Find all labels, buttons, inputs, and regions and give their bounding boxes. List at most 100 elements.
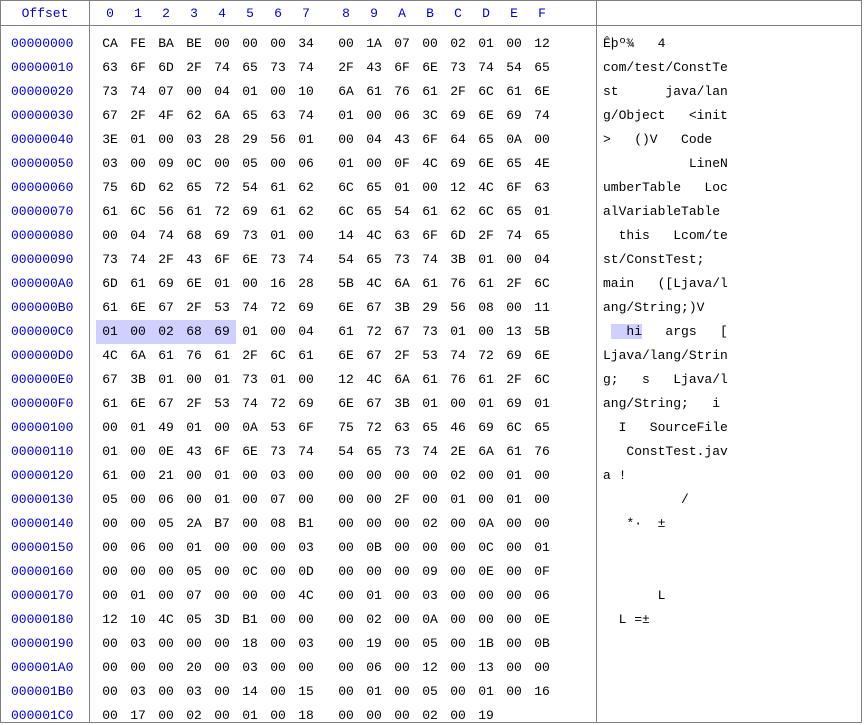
hex-byte[interactable]: 00: [500, 584, 528, 608]
hex-col-header-6[interactable]: 6: [264, 6, 292, 21]
hex-byte[interactable]: 67: [96, 368, 124, 392]
hex-byte[interactable]: 73: [444, 56, 472, 80]
hex-byte[interactable]: 00: [292, 656, 320, 680]
hex-byte[interactable]: 72: [360, 416, 388, 440]
hex-byte[interactable]: 03: [180, 680, 208, 704]
hex-byte[interactable]: 00: [416, 536, 444, 560]
offset-cell[interactable]: 00000130: [1, 488, 89, 512]
hex-byte[interactable]: 00: [444, 536, 472, 560]
offset-cell[interactable]: 00000170: [1, 584, 89, 608]
hex-byte[interactable]: 76: [444, 368, 472, 392]
hex-byte[interactable]: 73: [388, 248, 416, 272]
hex-byte[interactable]: 0C: [180, 152, 208, 176]
hex-byte[interactable]: 0A: [472, 512, 500, 536]
hex-byte[interactable]: 02: [360, 608, 388, 632]
hex-byte[interactable]: FE: [124, 32, 152, 56]
hex-byte[interactable]: 00: [528, 464, 556, 488]
hex-byte[interactable]: 54: [332, 440, 360, 464]
hex-byte[interactable]: 00: [332, 464, 360, 488]
hex-byte[interactable]: 10: [292, 80, 320, 104]
hex-byte[interactable]: 14: [332, 224, 360, 248]
hex-byte[interactable]: 73: [416, 320, 444, 344]
hex-byte[interactable]: 61: [500, 440, 528, 464]
hex-byte[interactable]: 76: [528, 440, 556, 464]
hex-byte[interactable]: 61: [332, 320, 360, 344]
hex-byte[interactable]: 61: [96, 464, 124, 488]
hex-byte[interactable]: 03: [96, 152, 124, 176]
hex-byte[interactable]: 6A: [208, 104, 236, 128]
ascii-row[interactable]: [603, 656, 861, 680]
hex-byte[interactable]: 56: [264, 128, 292, 152]
hex-byte[interactable]: 00: [416, 32, 444, 56]
hex-byte[interactable]: 63: [388, 224, 416, 248]
hex-byte[interactable]: 00: [444, 560, 472, 584]
hex-byte[interactable]: 74: [292, 440, 320, 464]
hex-byte[interactable]: 6F: [124, 56, 152, 80]
hex-byte[interactable]: 00: [360, 704, 388, 723]
hex-byte[interactable]: 00: [472, 464, 500, 488]
hex-byte[interactable]: 54: [236, 176, 264, 200]
ascii-row[interactable]: > ()V Code: [603, 128, 861, 152]
hex-byte[interactable]: 3B: [388, 392, 416, 416]
hex-byte[interactable]: 00: [124, 320, 152, 344]
hex-byte[interactable]: 06: [528, 584, 556, 608]
hex-byte[interactable]: 6E: [416, 56, 444, 80]
hex-byte[interactable]: 01: [360, 584, 388, 608]
hex-byte[interactable]: 00: [500, 248, 528, 272]
hex-byte[interactable]: B1: [236, 608, 264, 632]
ascii-row[interactable]: a !: [603, 464, 861, 488]
hex-byte[interactable]: 74: [444, 344, 472, 368]
hex-byte[interactable]: 00: [264, 536, 292, 560]
hex-byte[interactable]: 00: [332, 632, 360, 656]
hex-byte[interactable]: 01: [500, 488, 528, 512]
hex-byte[interactable]: 01: [236, 80, 264, 104]
hex-byte[interactable]: 74: [292, 104, 320, 128]
hex-byte[interactable]: 53: [208, 392, 236, 416]
hex-byte[interactable]: 62: [444, 200, 472, 224]
hex-byte[interactable]: B7: [208, 512, 236, 536]
hex-byte[interactable]: 61: [416, 200, 444, 224]
hex-byte[interactable]: 3B: [388, 296, 416, 320]
hex-byte[interactable]: 00: [332, 608, 360, 632]
hex-byte[interactable]: 43: [180, 248, 208, 272]
hex-byte[interactable]: 02: [152, 320, 180, 344]
hex-byte[interactable]: 0E: [152, 440, 180, 464]
hex-byte[interactable]: 15: [292, 680, 320, 704]
offset-cell[interactable]: 000000A0: [1, 272, 89, 296]
hex-byte[interactable]: 17: [124, 704, 152, 723]
hex-byte[interactable]: 69: [292, 296, 320, 320]
hex-byte[interactable]: 01: [472, 680, 500, 704]
hex-byte[interactable]: 72: [360, 320, 388, 344]
hex-byte[interactable]: 56: [444, 296, 472, 320]
hex-byte[interactable]: 04: [528, 248, 556, 272]
hex-byte[interactable]: 00: [208, 32, 236, 56]
hex-byte[interactable]: 61: [96, 296, 124, 320]
hex-byte[interactable]: 65: [500, 152, 528, 176]
hex-byte[interactable]: 74: [152, 224, 180, 248]
hex-byte[interactable]: 00: [528, 512, 556, 536]
hex-byte[interactable]: 12: [96, 608, 124, 632]
hex-byte[interactable]: 61: [152, 344, 180, 368]
hex-byte[interactable]: 65: [528, 224, 556, 248]
hex-byte[interactable]: 6E: [472, 104, 500, 128]
ascii-row[interactable]: [603, 704, 861, 723]
hex-byte[interactable]: 00: [152, 128, 180, 152]
hex-col-header-1[interactable]: 1: [124, 6, 152, 21]
hex-col-header-2[interactable]: 2: [152, 6, 180, 21]
hex-byte[interactable]: 00: [416, 464, 444, 488]
hex-byte[interactable]: 01: [208, 488, 236, 512]
hex-byte[interactable]: 29: [416, 296, 444, 320]
hex-byte[interactable]: 00: [332, 584, 360, 608]
hex-byte[interactable]: 69: [500, 344, 528, 368]
hex-byte[interactable]: 00: [332, 680, 360, 704]
hex-byte[interactable]: 49: [152, 416, 180, 440]
hex-byte[interactable]: 05: [236, 152, 264, 176]
hex-byte[interactable]: 18: [236, 632, 264, 656]
hex-byte[interactable]: 01: [264, 368, 292, 392]
hex-byte[interactable]: 53: [264, 416, 292, 440]
hex-byte[interactable]: 03: [416, 584, 444, 608]
hex-byte[interactable]: 6C: [264, 344, 292, 368]
hex-byte[interactable]: 69: [444, 152, 472, 176]
hex-byte[interactable]: 68: [180, 320, 208, 344]
hex-byte[interactable]: 6E: [332, 296, 360, 320]
